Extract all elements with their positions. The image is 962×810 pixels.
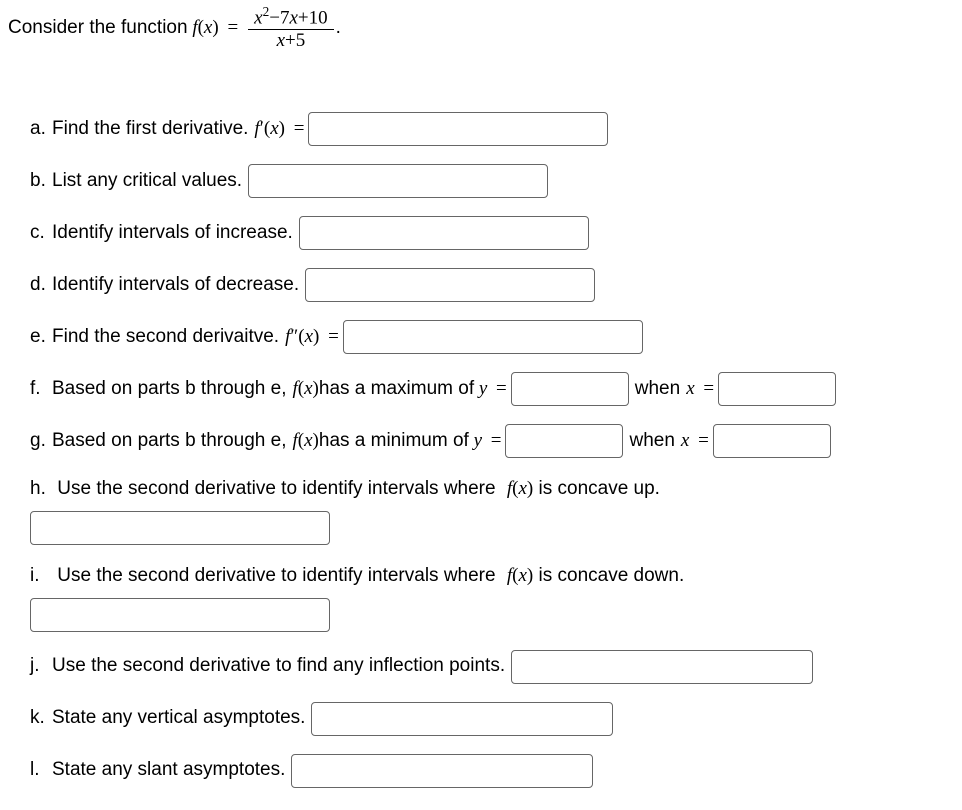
item-f: f. Based on parts b through e, f(x) has … xyxy=(30,372,954,406)
text-i: Use the second derivative to identify in… xyxy=(57,565,501,586)
input-i[interactable] xyxy=(30,598,330,632)
item-a: a. Find the first derivative. f′(x) = xyxy=(30,112,954,146)
math-a: f′(x) = xyxy=(254,116,308,143)
input-e[interactable] xyxy=(343,320,643,354)
label-j: j. xyxy=(30,653,52,680)
math-g-x: x = xyxy=(681,428,713,455)
label-g: g. xyxy=(30,428,52,455)
label-a: a. xyxy=(30,116,52,143)
input-l[interactable] xyxy=(291,754,593,788)
label-b: b. xyxy=(30,168,52,195)
input-d[interactable] xyxy=(305,268,595,302)
label-k: k. xyxy=(30,705,52,732)
label-e: e. xyxy=(30,324,52,351)
input-j[interactable] xyxy=(511,650,813,684)
text-f3: when xyxy=(635,376,680,403)
text-i2: is concave down. xyxy=(539,565,685,586)
item-j: j. Use the second derivative to find any… xyxy=(30,650,954,684)
item-h: h. Use the second derivative to identify… xyxy=(30,476,954,545)
item-g: g. Based on parts b through e, f(x) has … xyxy=(30,424,954,458)
intro-text: Consider the function xyxy=(8,17,188,39)
label-f: f. xyxy=(30,376,52,403)
text-a: Find the first derivative. xyxy=(52,116,248,143)
input-a[interactable] xyxy=(308,112,608,146)
text-l: State any slant asymptotes. xyxy=(52,757,285,784)
text-h2: is concave up. xyxy=(539,478,660,499)
text-k: State any vertical asymptotes. xyxy=(52,705,305,732)
text-g3: when xyxy=(629,428,674,455)
fraction: x2−7x+10 x+5 xyxy=(248,4,333,52)
item-i: i. Use the second derivative to identify… xyxy=(30,563,954,632)
input-c[interactable] xyxy=(299,216,589,250)
label-d: d. xyxy=(30,272,52,299)
math-g-y: y = xyxy=(469,428,506,455)
math-e: f″(x) = xyxy=(285,324,343,351)
problem-intro: Consider the function f(x) = x2−7x+10 x+… xyxy=(8,4,954,52)
text-g2: has a minimum of xyxy=(319,428,469,455)
math-i: f(x) xyxy=(507,565,533,586)
input-f-x[interactable] xyxy=(718,372,836,406)
input-k[interactable] xyxy=(311,702,613,736)
input-h[interactable] xyxy=(30,511,330,545)
input-g-x[interactable] xyxy=(713,424,831,458)
item-d: d. Identify intervals of decrease. xyxy=(30,268,954,302)
text-f: Based on parts b through e, xyxy=(52,376,287,403)
text-c: Identify intervals of increase. xyxy=(52,220,293,247)
text-h: Use the second derivative to identify in… xyxy=(57,478,501,499)
text-g: Based on parts b through e, xyxy=(52,428,287,455)
math-f-y: y = xyxy=(474,376,511,403)
item-b: b. List any critical values. xyxy=(30,164,954,198)
period: . xyxy=(336,17,341,39)
input-b[interactable] xyxy=(248,164,548,198)
input-g-y[interactable] xyxy=(505,424,623,458)
math-h: f(x) xyxy=(507,478,533,499)
label-h: h. xyxy=(30,476,52,503)
input-f-y[interactable] xyxy=(511,372,629,406)
text-f2: has a maximum of xyxy=(319,376,474,403)
label-l: l. xyxy=(30,757,52,784)
text-j: Use the second derivative to find any in… xyxy=(52,653,505,680)
question-list: a. Find the first derivative. f′(x) = b.… xyxy=(8,112,954,787)
function-lhs: f(x) = xyxy=(188,17,243,39)
math-f-x: x = xyxy=(686,376,718,403)
math-g-fx: f(x) xyxy=(293,428,319,455)
item-c: c. Identify intervals of increase. xyxy=(30,216,954,250)
item-e: e. Find the second derivaitve. f″(x) = xyxy=(30,320,954,354)
text-e: Find the second derivaitve. xyxy=(52,324,279,351)
label-i: i. xyxy=(30,563,52,590)
text-d: Identify intervals of decrease. xyxy=(52,272,299,299)
item-l: l. State any slant asymptotes. xyxy=(30,754,954,788)
math-f-fx: f(x) xyxy=(293,376,319,403)
label-c: c. xyxy=(30,220,52,247)
item-k: k. State any vertical asymptotes. xyxy=(30,702,954,736)
text-b: List any critical values. xyxy=(52,168,242,195)
